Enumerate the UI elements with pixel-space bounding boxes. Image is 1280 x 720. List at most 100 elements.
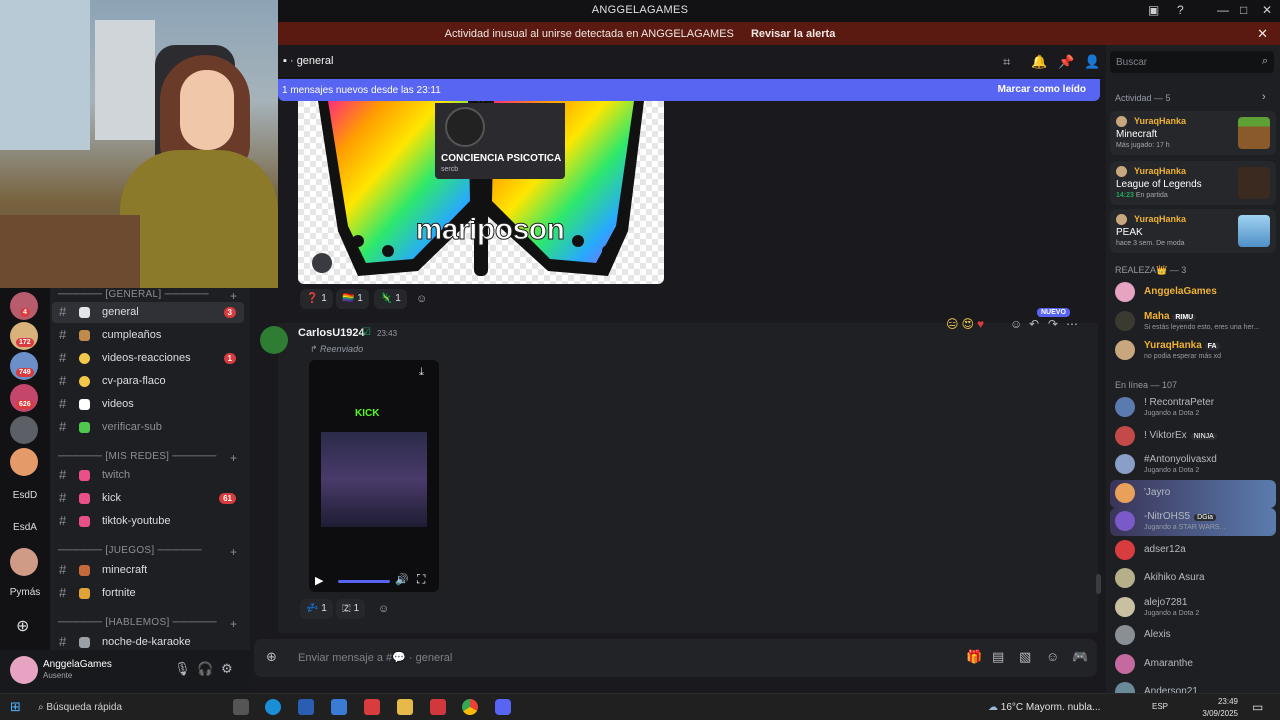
avatar[interactable] — [10, 656, 38, 684]
notifications-icon[interactable]: ▭ — [1252, 700, 1263, 714]
channel-general[interactable]: # general 3 — [52, 302, 244, 323]
search-input[interactable]: Buscar — [1116, 57, 1147, 68]
add-attachment-icon[interactable]: ⊕ — [266, 649, 277, 665]
pin-icon[interactable]: 📌 — [1058, 54, 1074, 70]
word-icon[interactable] — [298, 699, 314, 715]
close-window-icon[interactable]: ✕ — [1262, 3, 1272, 17]
activity-card[interactable]: YuraqHanka Minecraft Más jugado: 17 h — [1110, 111, 1276, 155]
close-alert-icon[interactable]: ✕ — [1257, 26, 1268, 42]
channel-verificar-sub[interactable]: # verificar-sub — [52, 417, 244, 438]
channel-cv-para-flaco[interactable]: # cv-para-flaco — [52, 371, 244, 392]
channel-cumpleanos[interactable]: # cumpleaños — [52, 325, 244, 346]
quick-reactions[interactable]: 😑😍♥ — [946, 317, 987, 331]
channel-kick[interactable]: # kick 61 — [52, 488, 244, 509]
reply-icon[interactable]: ↶ — [1029, 317, 1039, 331]
weather-text[interactable]: 16°C Mayorm. nubla... — [1001, 702, 1101, 713]
volume-slider[interactable] — [338, 580, 390, 583]
chevron-right-icon[interactable]: › — [1262, 91, 1266, 103]
edge-icon[interactable] — [265, 699, 281, 715]
recorder-icon[interactable] — [430, 699, 446, 715]
sticker-icon[interactable]: ▧ — [1019, 649, 1031, 665]
message-composer[interactable]: ⊕ Enviar mensaje a #💬 · general 🎁 ▤ ▧ ☺ … — [254, 639, 1097, 677]
reaction-chip[interactable]: 🦎 1 — [374, 289, 407, 309]
category-juegos[interactable]: ────── [JUEGOS] ────── + — [58, 545, 237, 559]
volume-icon[interactable]: 🔊 — [395, 573, 409, 586]
gear-icon[interactable]: ⚙ — [221, 661, 233, 677]
server-icon[interactable] — [10, 416, 38, 444]
add-reaction-icon[interactable]: ☺ — [378, 603, 389, 615]
reaction-chip[interactable]: ❓ 1 — [300, 289, 333, 309]
add-server-icon[interactable]: ⊕ — [16, 616, 29, 636]
add-channel-icon[interactable]: + — [230, 617, 237, 631]
add-channel-icon[interactable]: + — [230, 289, 237, 303]
apps-icon[interactable]: 🎮 — [1072, 649, 1088, 665]
channel-tiktok-youtube[interactable]: # tiktok-youtube — [52, 511, 244, 532]
help-icon[interactable]: ? — [1177, 3, 1184, 17]
member-row[interactable]: alejo7281 Jugando a Dota 2 — [1110, 594, 1276, 622]
review-alert-link[interactable]: Revisar la alerta — [751, 28, 835, 40]
channel-fortnite[interactable]: # fortnite — [52, 583, 244, 604]
scrollbar[interactable] — [1096, 574, 1101, 594]
threads-icon[interactable]: ⌗ — [1003, 54, 1010, 70]
clock[interactable]: 23:49 3/09/2025 — [1202, 696, 1238, 720]
member-row[interactable]: #Antonyolivasxd Jugando a Dota 2 — [1110, 451, 1276, 479]
emoji-icon[interactable]: ☺ — [1046, 649, 1059, 664]
server-label[interactable]: EsdA — [0, 522, 50, 533]
wps-icon[interactable] — [364, 699, 380, 715]
category-mis-redes[interactable]: ────── [MIS REDES] ────── + — [58, 451, 237, 465]
forward-icon[interactable]: ↷ — [1048, 317, 1058, 331]
server-label[interactable]: EsdD — [0, 490, 50, 501]
member-row[interactable]: Amaranthe — [1110, 651, 1276, 679]
headphones-icon[interactable]: 🎧 — [197, 661, 213, 677]
category-hablemos[interactable]: ────── [HABLEMOS] ────── + — [58, 617, 237, 631]
play-icon[interactable]: ▶ — [315, 574, 323, 587]
maximize-icon[interactable]: □ — [1240, 3, 1247, 17]
member-row[interactable]: adser12a — [1110, 537, 1276, 565]
new-messages-banner[interactable]: 1 mensajes nuevos desde las 23:11 Marcar… — [278, 79, 1100, 101]
member-row[interactable]: Alexis — [1110, 622, 1276, 650]
avatar[interactable] — [260, 326, 288, 354]
member-row[interactable]: YuraqHanka FA no podia esperar más xd — [1106, 337, 1280, 365]
search-box[interactable]: Buscar ⌕ — [1110, 51, 1274, 73]
folder-icon[interactable] — [397, 699, 413, 715]
activity-card[interactable]: YuraqHanka League of Legends 14:23 En pa… — [1110, 161, 1276, 205]
windows-start-icon[interactable]: ⊞ — [10, 699, 21, 715]
discord-icon[interactable] — [495, 699, 511, 715]
member-row[interactable]: -NitrOHS5 DGia Jugando a STAR WARS... — [1110, 508, 1276, 536]
minimize-icon[interactable]: — — [1217, 3, 1229, 17]
reaction-chip[interactable]: 💤 1 — [300, 599, 333, 619]
add-reaction-icon[interactable]: ☺ — [1010, 317, 1022, 331]
message-author[interactable]: CarlosU1924 — [298, 327, 365, 339]
inbox-icon[interactable]: ▣ — [1148, 3, 1159, 17]
image-attachment[interactable]: mariposon CONCIENCIA PSICOTICA sercb — [298, 101, 664, 284]
microphone-icon[interactable]: 🎙 — [174, 661, 191, 677]
member-row[interactable]: Akihiko Asura — [1110, 565, 1276, 593]
gif-icon[interactable]: ▤ — [992, 649, 1004, 665]
add-channel-icon[interactable]: + — [230, 451, 237, 465]
message-input[interactable]: Enviar mensaje a #💬 · general — [298, 651, 452, 664]
reaction-chip[interactable]: 🇿 1 — [336, 599, 366, 619]
task-view-icon[interactable] — [233, 699, 249, 715]
add-reaction-icon[interactable]: ☺ — [416, 293, 427, 305]
add-channel-icon[interactable]: + — [230, 545, 237, 559]
language-indicator[interactable]: ESP — [1152, 702, 1168, 711]
channel-videos[interactable]: # videos — [52, 394, 244, 415]
server-label[interactable]: Pymás — [0, 587, 50, 598]
mark-as-read-button[interactable]: Marcar como leído — [998, 84, 1086, 95]
member-row[interactable]: Maha RIMU Si estás leyendo esto, eres un… — [1106, 308, 1280, 336]
fullscreen-icon[interactable]: ⛶ — [417, 572, 425, 587]
gift-icon[interactable]: 🎁 — [966, 649, 982, 665]
category-general[interactable]: ────── [GENERAL] ────── + — [58, 289, 237, 303]
member-row[interactable]: AnggelaGames — [1106, 279, 1280, 307]
reaction-chip[interactable]: 🏳️‍🌈 1 — [336, 289, 369, 309]
member-row[interactable]: 'Jayro — [1110, 479, 1276, 508]
taskbar-search[interactable]: Búsqueda rápida — [46, 702, 122, 713]
members-icon[interactable]: 👤 — [1084, 54, 1100, 70]
tl-app-icon[interactable] — [331, 699, 347, 715]
member-row[interactable]: Anderson21 — [1110, 679, 1276, 693]
member-row[interactable]: ! RecontraPeter Jugando a Dota 2 — [1110, 394, 1276, 422]
download-icon[interactable]: ⤓ — [419, 366, 424, 379]
server-icon[interactable] — [10, 548, 38, 576]
member-row[interactable]: ! ViktorEx NINJA — [1110, 423, 1276, 451]
channel-minecraft[interactable]: # minecraft — [52, 560, 244, 581]
